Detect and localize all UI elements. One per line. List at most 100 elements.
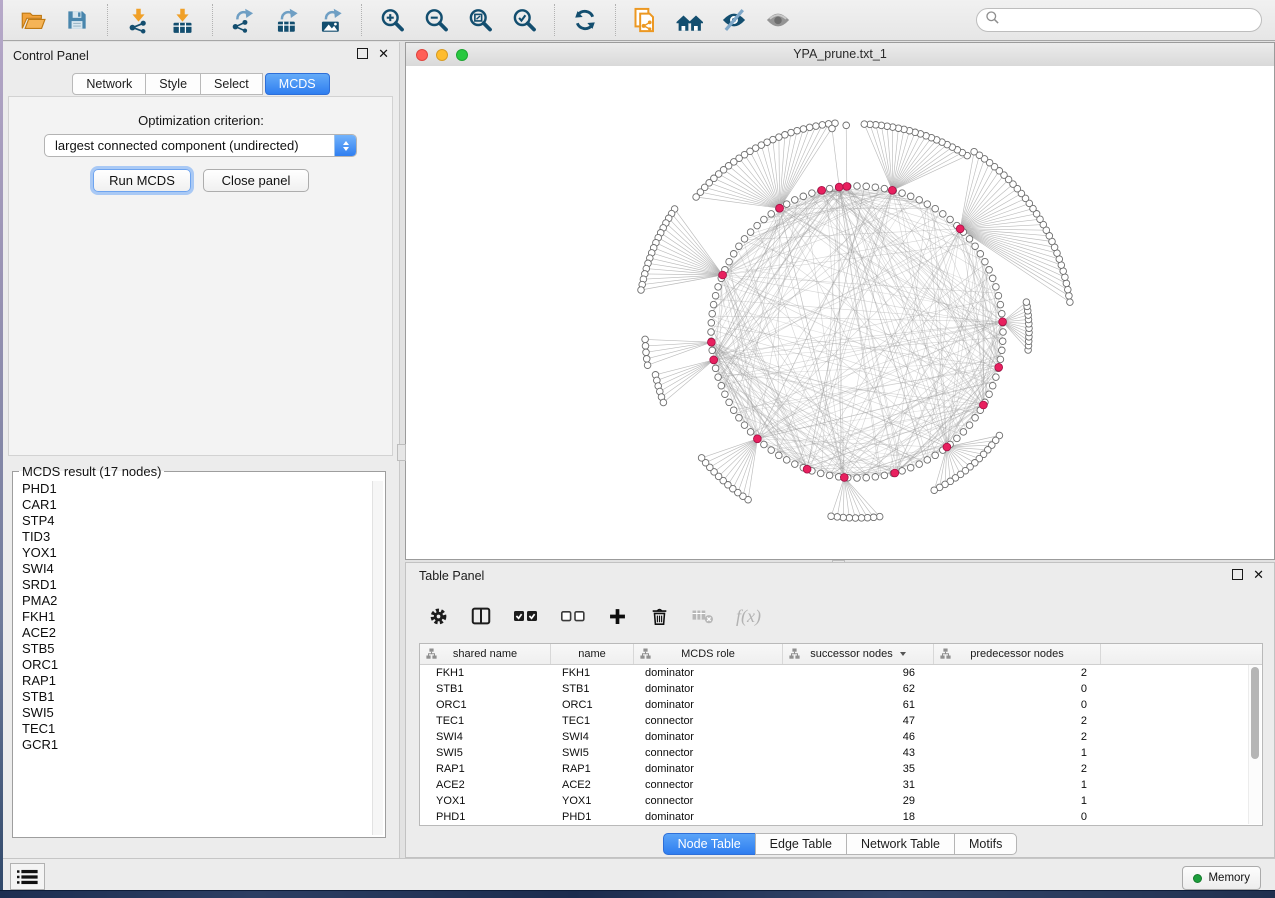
network-canvas[interactable]	[406, 66, 1274, 559]
mcds-node-item[interactable]: TID3	[22, 529, 372, 545]
home-screens-icon[interactable]	[674, 4, 706, 36]
tab-edge-table[interactable]: Edge Table	[755, 833, 847, 855]
search-field[interactable]	[976, 8, 1262, 32]
table-row[interactable]: YOX1YOX1connector291	[420, 793, 1262, 809]
export-network-icon[interactable]	[227, 4, 259, 36]
main-toolbar	[3, 0, 1275, 41]
mcds-node-item[interactable]: STB1	[22, 689, 372, 705]
float-window-icon[interactable]	[357, 48, 368, 59]
table-row[interactable]: STB1STB1dominator620	[420, 681, 1262, 697]
table-row[interactable]: ACE2ACE2connector311	[420, 777, 1262, 793]
mcds-node-item[interactable]: PHD1	[22, 481, 372, 497]
close-panel-icon[interactable]: ✕	[1253, 569, 1264, 580]
cell-mcds-role: dominator	[634, 809, 783, 825]
zoom-selected-icon[interactable]	[508, 4, 540, 36]
column-header-shared-name[interactable]: shared name	[420, 644, 551, 664]
column-header-mcds-role[interactable]: MCDS role	[634, 644, 783, 664]
mcds-node-item[interactable]: STP4	[22, 513, 372, 529]
network-window-titlebar[interactable]: YPA_prune.txt_1	[406, 43, 1274, 67]
node-table: shared namenameMCDS rolesuccessor nodesp…	[419, 643, 1263, 826]
tab-network[interactable]: Network	[72, 73, 146, 95]
close-panel-icon[interactable]: ✕	[378, 48, 389, 59]
import-network-icon[interactable]	[122, 4, 154, 36]
table-row[interactable]: FKH1FKH1dominator962	[420, 665, 1262, 681]
clear-selection-checkboxes-icon[interactable]	[560, 603, 586, 629]
refresh-view-icon[interactable]	[569, 4, 601, 36]
mcds-node-item[interactable]: PMA2	[22, 593, 372, 609]
tab-network-table[interactable]: Network Table	[846, 833, 955, 855]
mcds-node-item[interactable]: ACE2	[22, 625, 372, 641]
table-scrollbar-thumb[interactable]	[1251, 667, 1259, 759]
mcds-node-item[interactable]: SWI4	[22, 561, 372, 577]
mcds-node-item[interactable]: TEC1	[22, 721, 372, 737]
cell-predecessor-nodes: 1	[934, 745, 1101, 761]
zoom-in-icon[interactable]	[376, 4, 408, 36]
cell-mcds-role: dominator	[634, 665, 783, 681]
table-row[interactable]: PHD1PHD1dominator180	[420, 809, 1262, 825]
attribute-tree-icon	[640, 648, 651, 663]
cell-filler	[1101, 793, 1262, 809]
mcds-node-item[interactable]: SWI5	[22, 705, 372, 721]
column-header-predecessor-nodes[interactable]: predecessor nodes	[934, 644, 1101, 664]
tab-motifs[interactable]: Motifs	[954, 833, 1017, 855]
cell-successor-nodes: 35	[783, 761, 934, 777]
cell-predecessor-nodes: 1	[934, 793, 1101, 809]
memory-button[interactable]: Memory	[1182, 866, 1261, 890]
export-image-icon[interactable]	[315, 4, 347, 36]
table-row[interactable]: ORC1ORC1dominator610	[420, 697, 1262, 713]
run-mcds-button[interactable]: Run MCDS	[93, 169, 191, 192]
search-input[interactable]	[1000, 12, 1261, 28]
cell-successor-nodes: 46	[783, 729, 934, 745]
float-window-icon[interactable]	[1232, 569, 1243, 580]
table-row[interactable]: TEC1TEC1connector472	[420, 713, 1262, 729]
table-scrollbar[interactable]	[1248, 665, 1261, 824]
tab-style[interactable]: Style	[145, 73, 201, 95]
mcds-node-item[interactable]: SRD1	[22, 577, 372, 593]
tab-node-table[interactable]: Node Table	[663, 833, 756, 855]
mcds-node-item[interactable]: CAR1	[22, 497, 372, 513]
column-header-name[interactable]: name	[551, 644, 634, 664]
column-header-successor-nodes[interactable]: successor nodes	[783, 644, 934, 664]
open-session-icon[interactable]	[17, 4, 49, 36]
criterion-dropdown[interactable]: largest connected component (undirected)	[44, 134, 357, 157]
clone-network-icon[interactable]	[630, 4, 662, 36]
mcds-node-item[interactable]: RAP1	[22, 673, 372, 689]
table-toolbar: f(x)	[428, 597, 761, 635]
hide-elements-icon[interactable]	[718, 4, 750, 36]
cell-filler	[1101, 681, 1262, 697]
vertical-splitter-handle[interactable]	[397, 444, 406, 461]
mcds-node-item[interactable]: GCR1	[22, 737, 372, 753]
cell-shared-name: YOX1	[420, 793, 551, 809]
attribute-tree-icon	[940, 648, 951, 663]
cell-shared-name: PHD1	[420, 809, 551, 825]
export-table-icon[interactable]	[271, 4, 303, 36]
delete-column-icon[interactable]	[649, 603, 670, 629]
import-table-icon[interactable]	[166, 4, 198, 36]
save-session-icon[interactable]	[61, 4, 93, 36]
mcds-node-item[interactable]: STB5	[22, 641, 372, 657]
network-graph[interactable]	[406, 66, 1274, 559]
mcds-list-scrollbar[interactable]	[372, 481, 383, 835]
tab-select[interactable]: Select	[200, 73, 263, 95]
control-panel-tabs: NetworkStyleSelectMCDS	[3, 73, 399, 95]
table-row[interactable]: RAP1RAP1dominator352	[420, 761, 1262, 777]
zoom-fit-icon[interactable]	[464, 4, 496, 36]
add-column-icon[interactable]	[607, 603, 628, 629]
show-columns-icon[interactable]	[470, 603, 492, 629]
cell-shared-name: ORC1	[420, 697, 551, 713]
table-settings-gear-icon[interactable]	[428, 603, 449, 629]
close-panel-button[interactable]: Close panel	[203, 169, 309, 192]
zoom-out-icon[interactable]	[420, 4, 452, 36]
task-history-button[interactable]	[10, 863, 45, 890]
select-all-checkboxes-icon[interactable]	[513, 603, 539, 629]
mcds-result-group: MCDS result (17 nodes) PHD1CAR1STP4TID3Y…	[12, 464, 386, 838]
mcds-node-item[interactable]: YOX1	[22, 545, 372, 561]
cell-shared-name: FKH1	[420, 665, 551, 681]
table-row[interactable]: SWI4SWI4dominator462	[420, 729, 1262, 745]
table-row[interactable]: SWI5SWI5connector431	[420, 745, 1262, 761]
mcds-node-item[interactable]: FKH1	[22, 609, 372, 625]
tab-mcds[interactable]: MCDS	[265, 73, 330, 95]
delete-table-disabled-icon	[691, 603, 715, 629]
mcds-node-item[interactable]: ORC1	[22, 657, 372, 673]
show-elements-icon[interactable]	[762, 4, 794, 36]
